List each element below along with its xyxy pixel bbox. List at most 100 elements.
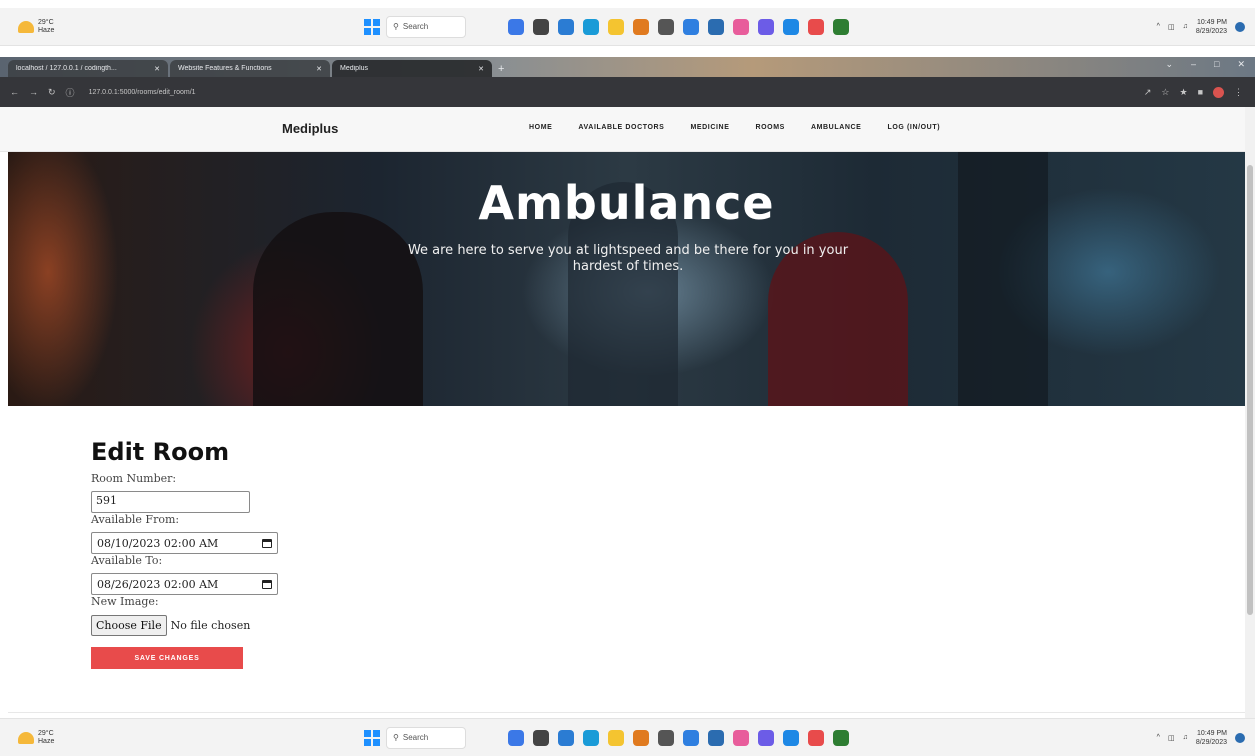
browser-tab[interactable]: Website Features & Functions ✕: [170, 60, 330, 77]
calendar-icon[interactable]: [262, 538, 272, 548]
maximize-icon[interactable]: □: [1214, 59, 1219, 70]
taskbar-app-icon[interactable]: [783, 729, 799, 746]
taskbar-app-icon[interactable]: [808, 729, 824, 746]
calendar-icon[interactable]: [262, 579, 272, 589]
taskbar-app-icon[interactable]: [608, 18, 624, 35]
close-window-icon[interactable]: ✕: [1237, 59, 1245, 70]
chevron-up-icon[interactable]: ^: [1157, 734, 1160, 741]
browser-tab[interactable]: localhost / 127.0.0.1 / codingth... ✕: [8, 60, 168, 77]
taskbar-app-icon[interactable]: [533, 18, 549, 35]
profile-avatar[interactable]: [1213, 86, 1224, 98]
weather-temp: 29°C: [38, 18, 54, 26]
taskbar-app-icon[interactable]: [508, 18, 524, 35]
taskbar-app-icon[interactable]: [733, 18, 749, 35]
nav-rooms[interactable]: ROOMS: [755, 124, 784, 131]
nav-available-doctors[interactable]: AVAILABLE DOCTORS: [578, 124, 664, 131]
taskbar-app-icon[interactable]: [758, 729, 774, 746]
taskbar-app-icon[interactable]: [508, 729, 524, 746]
taskbar-app-icon[interactable]: [833, 729, 849, 746]
clock-date: 8/29/2023: [1195, 738, 1227, 746]
browser-tab-title: Mediplus: [340, 65, 369, 72]
taskbar-app-icon[interactable]: [658, 729, 674, 746]
file-status: No file chosen: [170, 619, 251, 632]
nav-login[interactable]: LOG (IN/OUT): [887, 124, 940, 131]
taskbar-app-icon[interactable]: [758, 18, 774, 35]
page-scrollbar-thumb[interactable]: [1247, 165, 1253, 615]
new-tab-icon[interactable]: +: [498, 63, 504, 77]
brand-logo[interactable]: Mediplus: [282, 121, 338, 136]
back-icon[interactable]: ←: [10, 87, 19, 97]
nav-medicine[interactable]: MEDICINE: [690, 124, 729, 131]
choose-file-button[interactable]: Choose File: [91, 615, 167, 636]
extensions-icon[interactable]: ★: [1179, 87, 1187, 98]
bookmark-star-icon[interactable]: ☆: [1161, 87, 1169, 98]
clock-time: 10:49 PM: [1197, 729, 1227, 737]
weather-desc: Haze: [38, 26, 55, 34]
taskbar-app-icon[interactable]: [558, 729, 574, 746]
notification-icon[interactable]: [1235, 732, 1245, 743]
tab-search-icon[interactable]: ⌄: [1165, 59, 1173, 70]
taskbar-app-icon[interactable]: [608, 729, 624, 746]
taskbar-app-icon[interactable]: [633, 729, 649, 746]
taskbar-app-icon[interactable]: [533, 729, 549, 746]
more-menu-icon[interactable]: ⋮: [1234, 87, 1243, 98]
speaker-icon[interactable]: ♫: [1183, 734, 1188, 741]
available-from-input[interactable]: 08/10/2023 02:00 AM: [91, 532, 278, 554]
nav-home[interactable]: HOME: [529, 124, 552, 131]
taskbar-app-icon[interactable]: [558, 18, 574, 35]
taskbar-top: 29°C Haze ⚲ Search ^ ◫ ♫ 10:49 PM 8/29/2…: [0, 8, 1255, 46]
taskbar-app-icon[interactable]: [683, 18, 699, 35]
weather-icon: [18, 731, 34, 744]
speaker-icon[interactable]: ♫: [1183, 23, 1188, 30]
search-icon: ⚲: [393, 733, 399, 742]
taskbar-app-icon[interactable]: [808, 18, 824, 35]
taskbar-app-icon[interactable]: [833, 18, 849, 35]
close-icon[interactable]: ✕: [316, 65, 322, 73]
site-info-icon[interactable]: ⓘ: [66, 86, 75, 99]
taskbar-search[interactable]: ⚲ Search: [386, 726, 466, 749]
weather-widget[interactable]: 29°C Haze: [18, 730, 54, 746]
notification-icon[interactable]: [1235, 21, 1245, 32]
taskbar-app-icon[interactable]: [708, 729, 724, 746]
taskbar-app-icon[interactable]: [708, 18, 724, 35]
taskbar-bottom: 29°C Haze ⚲ Search ^ ◫ ♫ 10:49 PM 8/29/2…: [0, 718, 1255, 756]
taskbar-app-icon[interactable]: [583, 18, 599, 35]
forward-icon[interactable]: →: [29, 87, 38, 97]
network-icon[interactable]: ◫: [1168, 23, 1175, 31]
nav-ambulance[interactable]: AMBULANCE: [811, 124, 862, 131]
network-icon[interactable]: ◫: [1168, 734, 1175, 742]
windows-start-icon[interactable]: [364, 18, 380, 35]
room-number-input[interactable]: 591: [91, 491, 250, 513]
available-to-input[interactable]: 08/26/2023 02:00 AM: [91, 573, 278, 595]
share-icon[interactable]: ↗: [1144, 87, 1152, 98]
taskbar-app-icon[interactable]: [783, 18, 799, 35]
clock[interactable]: 10:49 PM 8/29/2023: [1196, 18, 1227, 36]
taskbar-app-icon[interactable]: [583, 729, 599, 746]
browser-tab-title: Website Features & Functions: [178, 65, 272, 72]
minimize-icon[interactable]: –: [1191, 59, 1196, 70]
system-tray: ^ ◫ ♫ 10:49 PM 8/29/2023: [1157, 18, 1245, 36]
taskbar-app-icon[interactable]: [658, 18, 674, 35]
search-icon: ⚲: [393, 22, 399, 31]
taskbar-search[interactable]: ⚲ Search: [386, 15, 466, 38]
reload-icon[interactable]: ↻: [48, 87, 56, 98]
room-number-label: Room Number:: [91, 472, 177, 485]
sidebar-icon[interactable]: ■: [1198, 87, 1203, 97]
taskbar-app-icon[interactable]: [733, 729, 749, 746]
site-navbar: Mediplus HOME AVAILABLE DOCTORS MEDICINE…: [0, 107, 1245, 152]
taskbar-search-label: Search: [402, 733, 429, 742]
taskbar-app-icon[interactable]: [683, 729, 699, 746]
close-icon[interactable]: ✕: [154, 65, 160, 73]
weather-widget[interactable]: 29°C Haze: [18, 19, 54, 35]
windows-start-icon[interactable]: [364, 729, 380, 746]
address-bar[interactable]: 127.0.0.1:5000/rooms/edit_room/1: [89, 89, 196, 96]
browser-tab-active[interactable]: Mediplus ✕: [332, 60, 492, 77]
taskbar-apps: [508, 18, 849, 35]
chevron-up-icon[interactable]: ^: [1157, 23, 1160, 30]
clock[interactable]: 10:49 PM 8/29/2023: [1196, 729, 1227, 747]
taskbar-apps: [508, 729, 849, 746]
close-icon[interactable]: ✕: [478, 65, 484, 73]
new-image-label: New Image:: [91, 595, 159, 608]
taskbar-app-icon[interactable]: [633, 18, 649, 35]
save-changes-button[interactable]: SAVE CHANGES: [91, 647, 243, 669]
